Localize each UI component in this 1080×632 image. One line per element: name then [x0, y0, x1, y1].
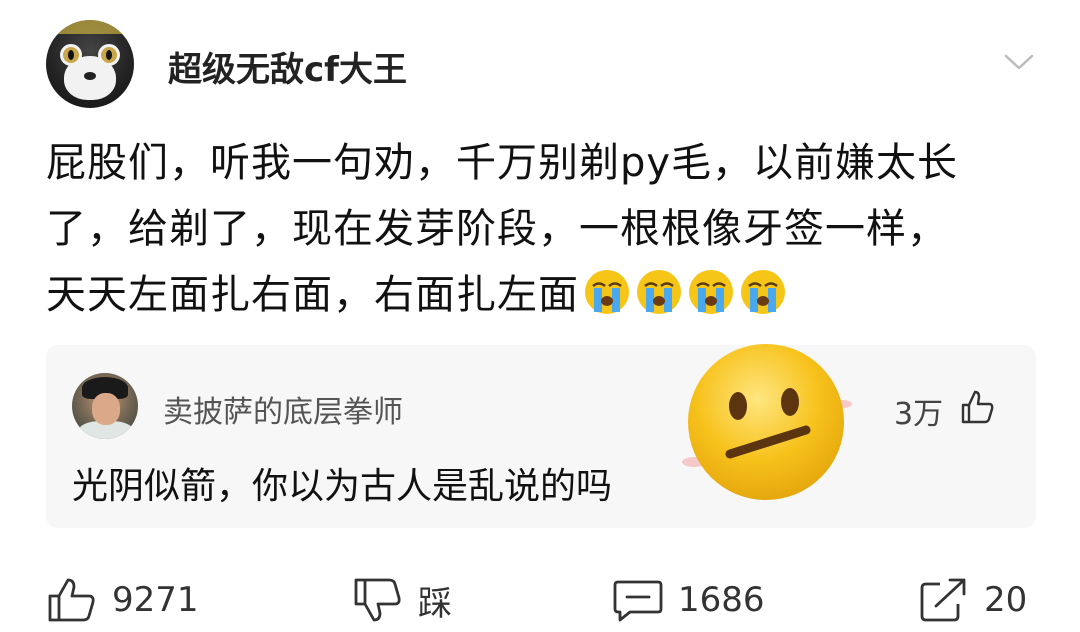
hot-comment-card[interactable]: 卖披萨的底层拳师 3万 光阴似箭，你以为古人是乱说的吗: [46, 345, 1036, 528]
comment-username[interactable]: 卖披萨的底层拳师: [163, 387, 403, 431]
post-text-line: 屁股们，听我一句劝，千万别剃py毛，以前嫌太长: [46, 140, 959, 186]
comment-like-count: 3万: [894, 397, 944, 432]
crying-face-icon: [741, 270, 785, 314]
user-avatar[interactable]: [46, 20, 134, 108]
chevron-down-icon[interactable]: [1004, 52, 1034, 72]
thumbs-down-icon: [354, 578, 401, 622]
avatar-nose: [84, 72, 96, 80]
share-button[interactable]: 20: [918, 576, 1027, 624]
comment-icon: [613, 580, 663, 622]
crying-face-icon: [689, 270, 733, 314]
dislike-label: 踩: [418, 583, 452, 624]
post-body: 屁股们，听我一句劝，千万别剃py毛，以前嫌太长 了，给剃了，现在发芽阶段，一根根…: [46, 130, 1046, 328]
neutral-face-emoji-icon: [682, 344, 852, 500]
avatar-ear-band: [46, 20, 134, 34]
comment-button[interactable]: 1686: [612, 576, 765, 624]
crying-face-icon: [637, 270, 681, 314]
share-icon: [920, 578, 966, 622]
comment-count: 1686: [678, 580, 765, 620]
crying-face-icon: [585, 270, 629, 314]
thumbs-up-icon[interactable]: [960, 389, 996, 425]
post-text-line: 天天左面扎右面，右面扎左面: [46, 272, 579, 318]
avatar-eye-right: [98, 44, 120, 66]
post-text-line-last: 天天左面扎右面，右面扎左面: [46, 262, 1046, 328]
post-username[interactable]: 超级无敌cf大王: [168, 42, 407, 91]
share-count: 20: [984, 580, 1028, 620]
comment-user-avatar[interactable]: [72, 373, 138, 439]
post-text-line: 了，给剃了，现在发芽阶段，一根根像牙签一样，: [46, 206, 948, 252]
like-count: 9271: [112, 580, 199, 620]
dislike-button[interactable]: 踩: [352, 576, 452, 624]
comment-text: 光阴似箭，你以为古人是乱说的吗: [72, 466, 613, 507]
thumbs-up-icon: [48, 578, 95, 622]
post-header: 超级无敌cf大王: [46, 20, 1046, 110]
like-button[interactable]: 9271: [46, 576, 199, 624]
action-bar: 9271 踩 1686 20: [0, 560, 1080, 632]
avatar-eye-left: [60, 44, 82, 66]
